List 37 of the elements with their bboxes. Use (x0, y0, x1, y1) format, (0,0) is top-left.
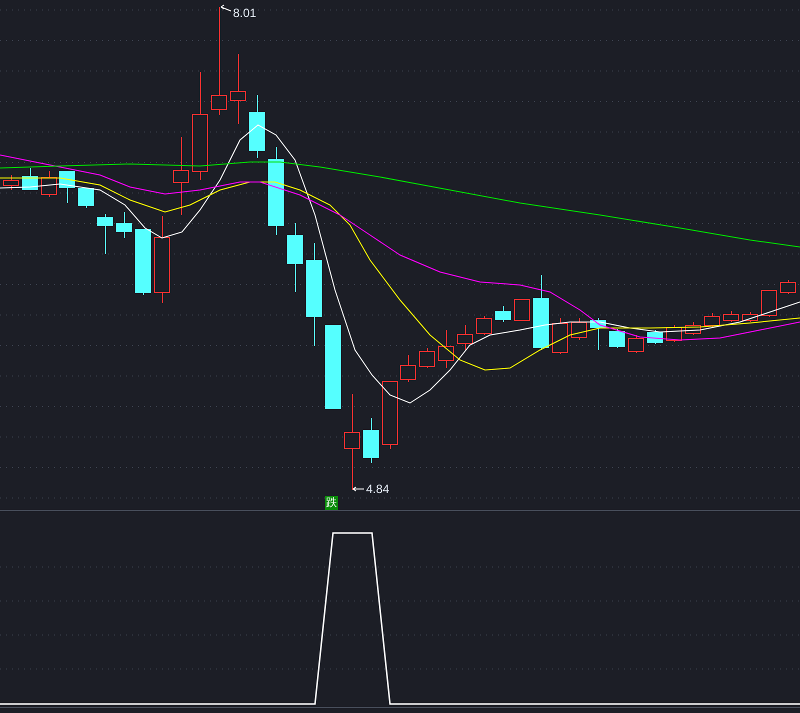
candlestick (135, 228, 151, 296)
candlestick (552, 318, 568, 354)
candlestick (609, 328, 625, 348)
candlestick (495, 306, 511, 322)
candlestick (97, 214, 113, 254)
candlestick (723, 310, 739, 322)
candlestick (514, 298, 530, 321)
candlestick (476, 316, 492, 336)
signal-badge: 跌 (325, 496, 338, 510)
candlestick (22, 168, 38, 190)
candlestick (704, 312, 720, 328)
candlestick (382, 380, 398, 450)
candlestick (287, 222, 303, 292)
candlestick (41, 170, 57, 198)
candlestick (761, 290, 777, 318)
low-price-label: 4.84 (366, 482, 390, 496)
candlestick (3, 174, 19, 190)
candlestick (628, 334, 644, 354)
candlestick (438, 330, 454, 368)
candlestick (742, 312, 758, 322)
candlestick (780, 280, 796, 294)
candlestick (400, 354, 416, 382)
candlestick (457, 324, 473, 350)
high-arrow-icon (220, 4, 232, 12)
high-price-label: 8.01 (233, 6, 256, 20)
candlestick (363, 418, 379, 464)
candlestick (59, 170, 75, 204)
candlestick (78, 188, 94, 208)
candlestick (647, 330, 663, 344)
candlestick (685, 322, 701, 336)
candlestick (249, 94, 265, 158)
candlestick (419, 348, 435, 368)
candlestick (230, 54, 246, 124)
candlestick (590, 318, 606, 350)
candlestick (571, 318, 587, 340)
low-arrow-icon (352, 486, 364, 492)
candlestick (116, 212, 132, 238)
